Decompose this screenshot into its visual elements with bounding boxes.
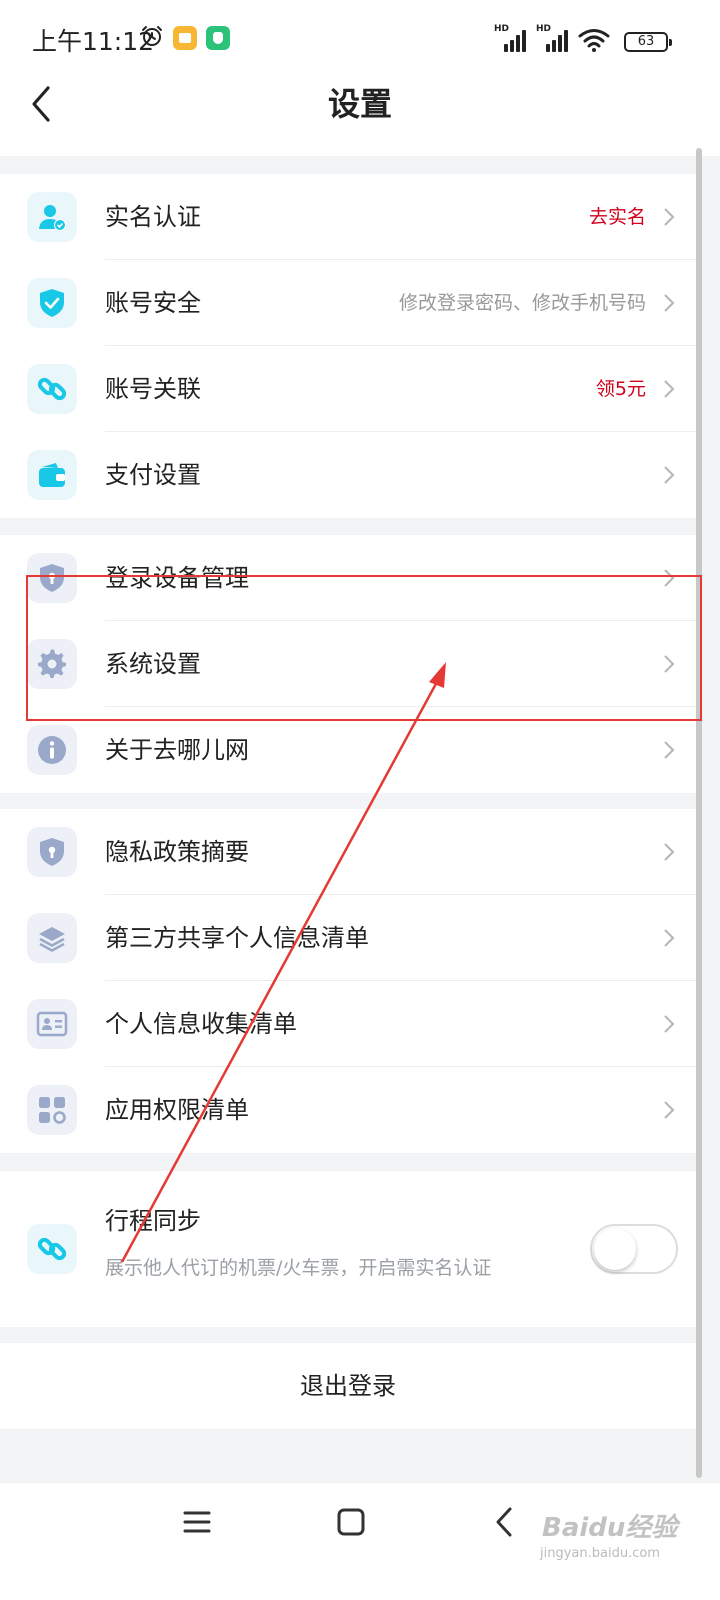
shield-lock-icon <box>27 827 77 877</box>
apps-icon <box>27 1085 77 1135</box>
settings-item-label: 支付设置 <box>105 461 201 489</box>
layers-icon <box>27 913 77 963</box>
menu-icon[interactable] <box>182 1507 212 1537</box>
link-icon <box>27 1224 77 1274</box>
settings-item-label: 隐私政策摘要 <box>105 838 249 866</box>
security-app-icon <box>206 26 230 50</box>
chevron-right-icon <box>664 843 675 861</box>
status-indicators: HD HD 63 <box>494 24 672 52</box>
settings-item-label: 账号安全 <box>105 289 201 317</box>
chevron-right-icon <box>664 929 675 947</box>
settings-item-payment[interactable]: 支付设置 <box>0 432 696 518</box>
settings-item-value: 领5元 <box>595 378 646 400</box>
settings-item-value: 去实名 <box>588 206 646 228</box>
settings-item-privacy-summary[interactable]: 隐私政策摘要 <box>0 809 696 895</box>
back-nav-icon[interactable] <box>490 1505 520 1539</box>
settings-group-account: 实名认证 去实名 账号安全 修改登录密码、修改手机号码 账号关联 领5元 支付设… <box>0 174 696 518</box>
chevron-right-icon <box>664 294 675 312</box>
settings-item-account-security[interactable]: 账号安全 修改登录密码、修改手机号码 <box>0 260 696 346</box>
trip-sync-title: 行程同步 <box>105 1207 201 1235</box>
settings-item-label: 账号关联 <box>105 375 201 403</box>
chevron-right-icon <box>664 741 675 759</box>
status-bar: 上午11:12 HD HD 63 <box>0 0 720 80</box>
logout-button[interactable]: 退出登录 <box>0 1343 696 1429</box>
wifi-icon <box>578 29 610 52</box>
settings-item-trip-sync: 行程同步 展示他人代订的机票/火车票，开启需实名认证 <box>0 1171 696 1327</box>
status-time: 上午11:12 <box>32 27 155 56</box>
navigation-bar: 设置 <box>0 80 720 156</box>
chevron-right-icon <box>664 466 675 484</box>
signal-icon: HD <box>536 24 570 52</box>
settings-item-value: 修改登录密码、修改手机号码 <box>398 292 646 314</box>
signal-icon: HD <box>494 24 528 52</box>
wallet-icon <box>27 450 77 500</box>
info-icon <box>27 725 77 775</box>
trip-sync-toggle[interactable] <box>590 1224 678 1274</box>
settings-item-label: 个人信息收集清单 <box>105 1010 297 1038</box>
settings-item-real-name[interactable]: 实名认证 去实名 <box>0 174 696 260</box>
id-card-icon <box>27 999 77 1049</box>
user-verify-icon <box>27 192 77 242</box>
annotation-highlight-box <box>26 575 702 721</box>
settings-group-trip-sync: 行程同步 展示他人代订的机票/火车票，开启需实名认证 <box>0 1171 696 1327</box>
settings-item-info-collection[interactable]: 个人信息收集清单 <box>0 981 696 1067</box>
notification-app-icon <box>173 26 197 50</box>
battery-icon: 63 <box>624 32 672 52</box>
watermark-logo: Baidu经验 <box>542 1513 678 1543</box>
home-icon[interactable] <box>336 1507 366 1537</box>
settings-item-app-permissions[interactable]: 应用权限清单 <box>0 1067 696 1153</box>
shield-check-icon <box>27 278 77 328</box>
link-icon <box>27 364 77 414</box>
toggle-knob <box>594 1228 636 1270</box>
chevron-right-icon <box>664 380 675 398</box>
settings-group-privacy: 隐私政策摘要 第三方共享个人信息清单 个人信息收集清单 应用权限清单 <box>0 809 696 1153</box>
settings-item-label: 应用权限清单 <box>105 1096 249 1124</box>
page-title: 设置 <box>327 85 392 123</box>
settings-item-account-link[interactable]: 账号关联 领5元 <box>0 346 696 432</box>
scrollbar[interactable] <box>696 148 702 1478</box>
trip-sync-subtitle: 展示他人代订的机票/火车票，开启需实名认证 <box>105 1257 492 1279</box>
chevron-right-icon <box>664 208 675 226</box>
settings-item-third-party-sharing[interactable]: 第三方共享个人信息清单 <box>0 895 696 981</box>
chevron-right-icon <box>664 1101 675 1119</box>
watermark-url: jingyan.baidu.com <box>540 1546 660 1561</box>
settings-item-label: 实名认证 <box>105 203 201 231</box>
settings-item-label: 第三方共享个人信息清单 <box>105 924 369 952</box>
alarm-icon <box>142 26 162 46</box>
chevron-right-icon <box>664 1015 675 1033</box>
